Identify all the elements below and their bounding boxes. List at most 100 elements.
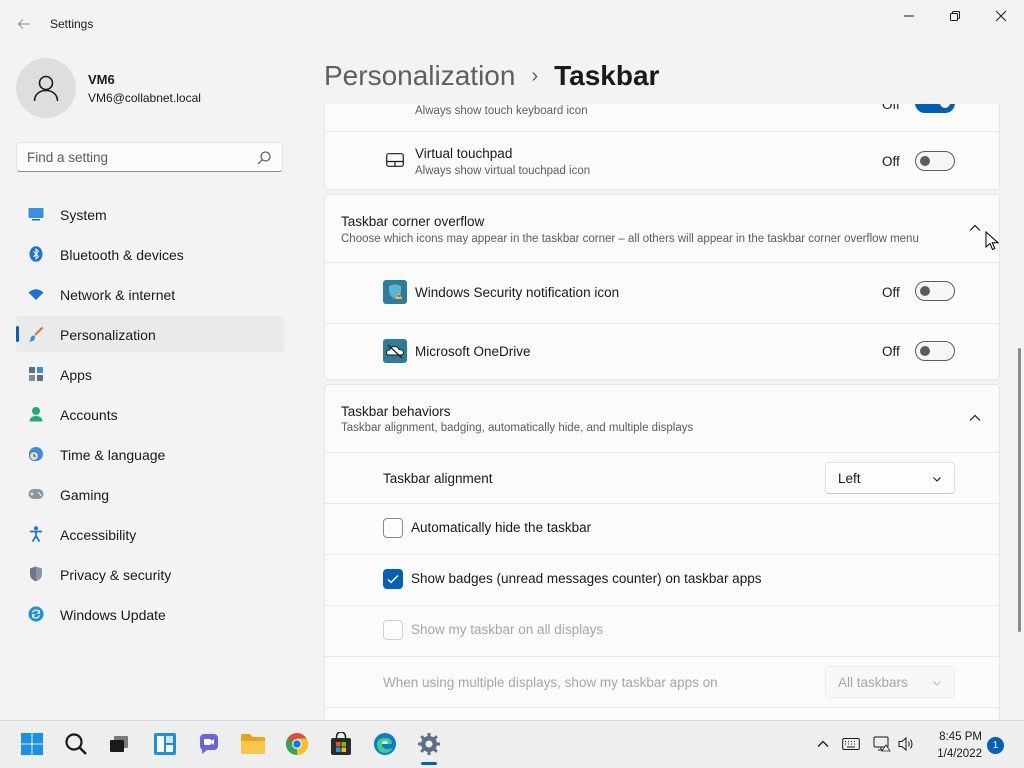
- show-hidden-icons-button[interactable]: [814, 735, 832, 753]
- wifi-icon: [28, 286, 44, 302]
- search-placeholder: Find a setting: [27, 150, 109, 165]
- sidebar-item-privacy-security[interactable]: Privacy & security: [16, 556, 284, 592]
- touch-keyboard-toggle[interactable]: [915, 104, 955, 113]
- sidebar-item-system[interactable]: System: [16, 196, 284, 232]
- keyboard-icon: [842, 738, 860, 750]
- virtual-touchpad-title: Virtual touchpad: [415, 146, 513, 161]
- sidebar-item-personalization[interactable]: Personalization: [16, 316, 284, 352]
- settings-app-button[interactable]: [416, 731, 442, 757]
- chevron-up-icon[interactable]: [968, 411, 982, 425]
- task-view-icon: [110, 736, 128, 752]
- search-icon[interactable]: [256, 150, 272, 166]
- divider: [325, 707, 999, 708]
- clock-globe-icon: [28, 446, 44, 462]
- user-profile[interactable]: VM6 VM6@collabnet.local: [16, 58, 286, 118]
- restore-icon: [950, 11, 960, 21]
- touchpad-icon: [386, 153, 404, 167]
- windows-security-label: Windows Security notification icon: [415, 285, 620, 300]
- corner-overflow-desc: Choose which icons may appear in the tas…: [341, 233, 919, 245]
- notification-badge[interactable]: 1: [987, 737, 1004, 754]
- virtual-touchpad-desc: Always show virtual touchpad icon: [415, 165, 591, 177]
- start-button[interactable]: [19, 731, 45, 757]
- multi-display-dropdown[interactable]: All taskbars: [825, 666, 955, 698]
- sidebar-item-network[interactable]: Network & internet: [16, 276, 284, 312]
- sidebar-item-gaming[interactable]: Gaming: [16, 476, 284, 512]
- store-icon: [331, 732, 351, 755]
- widgets-icon: [154, 733, 176, 755]
- chat-button[interactable]: [196, 731, 222, 757]
- widgets-button[interactable]: [152, 731, 178, 757]
- clock-time: 8:45 PM: [939, 731, 982, 743]
- virtual-touchpad-toggle[interactable]: [915, 151, 955, 171]
- task-view-button[interactable]: [106, 731, 132, 757]
- auto-hide-label: Automatically hide the taskbar: [411, 520, 592, 535]
- divider: [325, 323, 999, 324]
- sidebar-item-label: System: [60, 207, 107, 223]
- chrome-button[interactable]: [284, 731, 310, 757]
- corner-overflow-card: Taskbar corner overflow Choose which ico…: [324, 194, 1000, 380]
- divider: [325, 262, 999, 263]
- sidebar-item-label: Bluetooth & devices: [60, 247, 184, 263]
- sidebar-item-label: Personalization: [60, 327, 156, 343]
- sidebar-item-label: Gaming: [60, 487, 110, 503]
- divider: [325, 554, 999, 555]
- auto-hide-checkbox[interactable]: [383, 518, 403, 538]
- breadcrumb: Personalization › Taskbar: [324, 58, 659, 94]
- sidebar-item-time-language[interactable]: Time & language: [16, 436, 284, 472]
- divider: [325, 656, 999, 657]
- active-app-indicator: [421, 762, 437, 765]
- search-input[interactable]: Find a setting: [16, 142, 283, 172]
- edge-icon: [374, 733, 396, 755]
- close-button[interactable]: [978, 4, 1024, 28]
- clock-date: 1/4/2022: [937, 748, 982, 760]
- windows-security-toggle[interactable]: [915, 281, 955, 301]
- windows-logo-icon: [21, 733, 43, 755]
- file-explorer-button[interactable]: [240, 731, 266, 757]
- taskbar-behaviors-header[interactable]: Taskbar behaviors Taskbar alignment, bad…: [325, 385, 999, 452]
- gear-icon: [418, 733, 440, 755]
- chat-icon: [199, 734, 218, 754]
- chevron-down-icon: [933, 477, 941, 482]
- multi-display-value: All taskbars: [838, 675, 908, 690]
- all-displays-label: Show my taskbar on all displays: [411, 622, 604, 637]
- title-bar: Settings: [0, 0, 1024, 48]
- taskbar-alignment-dropdown[interactable]: Left: [825, 462, 955, 494]
- taskbar-search-button[interactable]: [63, 731, 89, 757]
- mouse-cursor-icon: [985, 231, 999, 251]
- scrollbar-thumb[interactable]: [1018, 348, 1021, 632]
- edge-button[interactable]: [372, 731, 398, 757]
- avatar: [16, 58, 76, 118]
- apps-icon: [28, 366, 44, 382]
- touch-keyboard-tray-button[interactable]: [842, 735, 860, 753]
- back-button[interactable]: [12, 12, 36, 36]
- brush-icon: [28, 326, 44, 342]
- network-tray-button[interactable]: [873, 735, 891, 753]
- all-displays-checkbox[interactable]: [383, 620, 403, 640]
- settings-content[interactable]: Always show touch keyboard icon Off Virt…: [324, 104, 1000, 720]
- show-badges-checkbox[interactable]: [383, 569, 403, 589]
- toggle-knob: [920, 156, 930, 166]
- restore-button[interactable]: [932, 4, 978, 28]
- chevron-up-icon[interactable]: [968, 221, 982, 235]
- breadcrumb-parent[interactable]: Personalization: [324, 60, 515, 92]
- store-button[interactable]: [328, 731, 354, 757]
- divider: [325, 605, 999, 606]
- sidebar-item-bluetooth[interactable]: Bluetooth & devices: [16, 236, 284, 272]
- sidebar-item-accounts[interactable]: Accounts: [16, 396, 284, 432]
- bluetooth-icon: [28, 246, 44, 262]
- update-icon: [28, 606, 44, 622]
- sidebar-item-apps[interactable]: Apps: [16, 356, 284, 392]
- multi-display-label: When using multiple displays, show my ta…: [383, 675, 718, 690]
- sidebar-item-accessibility[interactable]: Accessibility: [16, 516, 284, 552]
- checkmark-icon: [387, 574, 399, 584]
- minimize-button[interactable]: [886, 4, 932, 28]
- toggle-knob: [940, 104, 950, 108]
- sidebar-item-windows-update[interactable]: Windows Update: [16, 596, 284, 632]
- corner-overflow-header[interactable]: Taskbar corner overflow Choose which ico…: [325, 195, 999, 262]
- taskbar-behaviors-desc: Taskbar alignment, badging, automaticall…: [341, 422, 694, 434]
- corner-overflow-title: Taskbar corner overflow: [341, 214, 485, 229]
- onedrive-toggle[interactable]: [915, 341, 955, 361]
- chevron-up-icon: [817, 740, 829, 747]
- volume-tray-button[interactable]: [897, 735, 915, 753]
- user-name: VM6: [88, 72, 115, 87]
